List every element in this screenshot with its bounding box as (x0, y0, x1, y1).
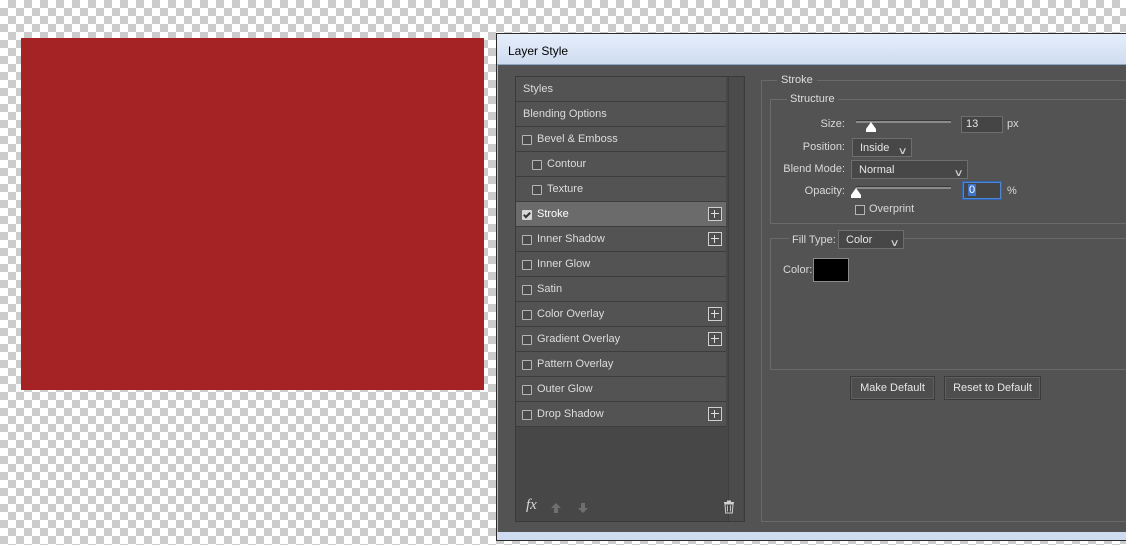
move-down-icon[interactable] (577, 502, 589, 514)
size-input[interactable]: 13 (961, 116, 1003, 133)
style-checkbox[interactable] (522, 360, 532, 370)
style-checkbox[interactable] (522, 135, 532, 145)
layer-style-dialog: Layer Style Styles Blending Options Bevel … (496, 33, 1126, 541)
style-item-label: Stroke (537, 208, 569, 220)
style-item-inner-glow[interactable]: Inner Glow (516, 252, 726, 277)
style-item-satin[interactable]: Satin (516, 277, 726, 302)
style-item-contour[interactable]: Contour (516, 152, 726, 177)
style-item-label: Pattern Overlay (537, 358, 614, 370)
add-instance-icon[interactable] (708, 307, 722, 321)
style-item-outer-glow[interactable]: Outer Glow (516, 377, 726, 402)
style-item-texture[interactable]: Texture (516, 177, 726, 202)
opacity-unit: % (1007, 185, 1017, 197)
dialog-bottom-edge (497, 532, 1126, 540)
opacity-label: Opacity: (804, 185, 845, 197)
fill-type-select[interactable]: Color ∨ (838, 230, 904, 249)
add-instance-icon[interactable] (708, 207, 722, 221)
style-item-gradient-overlay[interactable]: Gradient Overlay (516, 327, 726, 352)
fill-type-label: Fill Type: (789, 234, 839, 246)
style-item-label: Styles (523, 83, 553, 95)
style-item-label: Satin (537, 283, 563, 295)
style-checkbox[interactable] (522, 410, 532, 420)
style-checkbox[interactable] (522, 310, 532, 320)
opacity-slider-track[interactable] (856, 186, 951, 189)
size-label: Size: (820, 118, 845, 130)
styles-panel-footer: fx (516, 493, 744, 521)
opacity-input-value: 0 (968, 184, 977, 196)
style-checkbox[interactable] (522, 385, 532, 395)
style-item-label: Inner Shadow (537, 233, 605, 245)
blend-mode-select-value: Normal (859, 164, 895, 176)
style-checkbox[interactable] (522, 335, 532, 345)
style-item-label: Gradient Overlay (537, 333, 621, 345)
style-item-stroke[interactable]: Stroke (516, 202, 726, 227)
style-item-styles[interactable]: Styles (516, 77, 726, 102)
style-item-label: Inner Glow (537, 258, 591, 270)
style-item-label: Texture (547, 183, 584, 195)
dialog-titlebar[interactable]: Layer Style (497, 34, 1126, 65)
position-label: Position: (802, 141, 845, 153)
blend-mode-select[interactable]: Normal ∨ (851, 160, 968, 179)
size-slider-thumb[interactable] (865, 122, 876, 132)
style-item-inner-shadow[interactable]: Inner Shadow (516, 227, 726, 252)
position-select-value: Inside (860, 142, 890, 154)
chevron-down-icon: ∨ (889, 238, 900, 249)
fx-menu-button[interactable]: fx (526, 497, 537, 514)
canvas-layer-fill (21, 38, 484, 390)
stroke-color-swatch[interactable] (813, 258, 849, 282)
style-checkbox[interactable] (522, 235, 532, 245)
blend-mode-label: Blend Mode: (783, 163, 845, 175)
style-item-color-overlay[interactable]: Color Overlay (516, 302, 726, 327)
fill-type-select-value: Color (846, 234, 873, 246)
stroke-section-title: Stroke (777, 74, 817, 86)
style-item-label: Bevel & Emboss (537, 133, 618, 145)
styles-panel: Styles Blending Options Bevel & Emboss Cont… (515, 76, 745, 522)
style-checkbox[interactable] (532, 160, 542, 170)
position-select[interactable]: Inside ∨ (852, 138, 912, 157)
styles-list: Styles Blending Options Bevel & Emboss Cont… (516, 77, 726, 427)
reset-to-default-button[interactable]: Reset to Default (944, 376, 1041, 400)
chevron-down-icon: ∨ (953, 168, 964, 179)
add-instance-icon[interactable] (708, 232, 722, 246)
move-up-icon[interactable] (550, 502, 562, 514)
style-item-drop-shadow[interactable]: Drop Shadow (516, 402, 726, 427)
trash-icon[interactable] (723, 500, 735, 514)
style-checkbox[interactable] (522, 260, 532, 270)
structure-title: Structure (787, 93, 838, 105)
overprint-label: Overprint (869, 203, 915, 215)
opacity-slider-thumb[interactable] (851, 188, 861, 198)
size-unit: px (1007, 118, 1019, 130)
style-item-blending-options[interactable]: Blending Options (516, 102, 726, 127)
style-item-label: Blending Options (523, 108, 607, 120)
color-label: Color: (783, 264, 813, 276)
styles-list-scrollbar[interactable] (728, 77, 743, 521)
make-default-button[interactable]: Make Default (850, 376, 935, 400)
style-checkbox[interactable] (522, 210, 532, 220)
add-instance-icon[interactable] (708, 407, 722, 421)
add-instance-icon[interactable] (708, 332, 722, 346)
style-checkbox[interactable] (532, 185, 542, 195)
dialog-title: Layer Style (508, 44, 569, 58)
style-item-label: Contour (547, 158, 587, 170)
overprint-checkbox[interactable] (855, 205, 865, 215)
style-checkbox[interactable] (522, 285, 532, 295)
opacity-input[interactable]: 0 (963, 182, 1001, 199)
style-item-label: Drop Shadow (537, 408, 604, 420)
style-item-label: Outer Glow (537, 383, 593, 395)
style-item-pattern-overlay[interactable]: Pattern Overlay (516, 352, 726, 377)
style-item-bevel-emboss[interactable]: Bevel & Emboss (516, 127, 726, 152)
style-item-label: Color Overlay (537, 308, 605, 320)
chevron-down-icon: ∨ (897, 146, 908, 157)
